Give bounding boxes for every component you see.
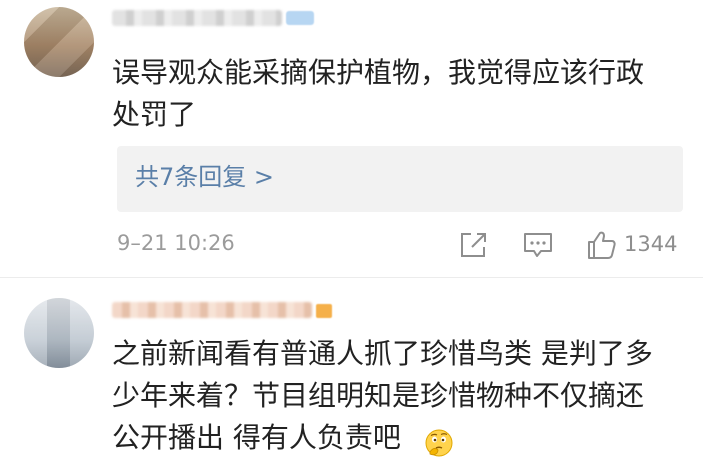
comment-icon[interactable] [522, 230, 554, 260]
username-blurred[interactable] [112, 10, 282, 26]
share-icon[interactable] [458, 230, 490, 260]
comment-meta-row: 9–21 10:26 1344 [112, 226, 702, 266]
timestamp: 9–21 10:26 [117, 231, 235, 255]
user-badge-icon [316, 304, 332, 318]
avatar[interactable] [24, 298, 94, 368]
replies-box[interactable]: 共7条回复 > [117, 146, 683, 212]
comment-line: 处罚了 [112, 98, 197, 131]
comment-text: 误导观众能采摘保护植物，我觉得应该行政 处罚了 [112, 52, 644, 136]
comment-line: 公开播出 得有人负责吧 [112, 421, 401, 454]
thinking-face-emoji [424, 428, 454, 458]
username-blurred[interactable] [112, 302, 312, 318]
view-replies-link[interactable]: 共7条回复 > [135, 160, 274, 194]
thumbs-up-icon[interactable] [586, 230, 618, 260]
comment-line: 误导观众能采摘保护植物，我觉得应该行政 [112, 56, 645, 89]
like-count: 1344 [624, 232, 678, 256]
comment-text: 之前新闻看有普通人抓了珍惜鸟类 是判了多 少年来着？节目组明知是珍惜物种不仅摘还… [112, 333, 653, 459]
comment-line: 之前新闻看有普通人抓了珍惜鸟类 是判了多 [112, 337, 653, 370]
comment-line: 少年来着？节目组明知是珍惜物种不仅摘还 [112, 379, 645, 412]
avatar[interactable] [24, 7, 94, 77]
divider [0, 277, 703, 278]
user-badge-icon [286, 11, 314, 25]
